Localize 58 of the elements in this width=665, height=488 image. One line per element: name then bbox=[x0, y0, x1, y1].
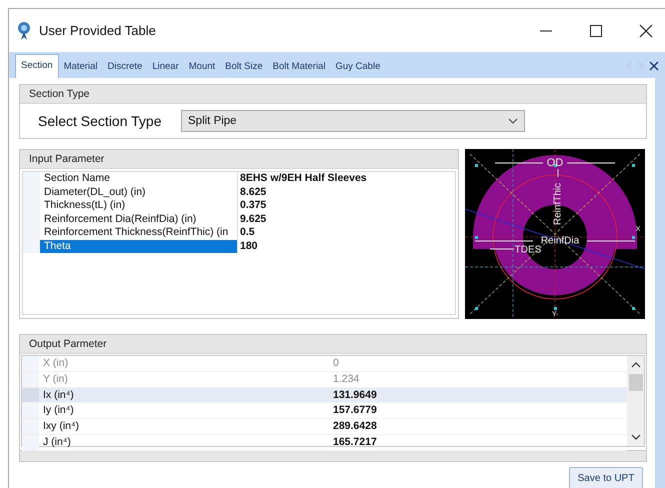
table-cell-text: 180 bbox=[239, 240, 258, 253]
panel-header: Output Parmeter bbox=[20, 335, 646, 354]
maximize-icon[interactable] bbox=[589, 24, 603, 38]
tab[interactable]: Linear bbox=[147, 56, 184, 78]
table-row[interactable]: Ix (in⁴) 131.9649 bbox=[22, 388, 627, 404]
table-row[interactable]: Iy (in⁴) 157.6779 bbox=[22, 403, 627, 420]
panel-header: Input Parameter bbox=[20, 150, 458, 169]
table-cell: 1.234 bbox=[333, 372, 360, 387]
tab[interactable]: Mount bbox=[184, 56, 220, 78]
scroll-thumb[interactable] bbox=[628, 374, 642, 391]
tab[interactable]: Section bbox=[15, 54, 59, 78]
tab[interactable]: Material bbox=[58, 56, 102, 78]
table-cell[interactable]: Reinforcement Dia(ReinfDia) (in) bbox=[40, 212, 238, 226]
table-cell[interactable]: Diameter(DL_out) (in) bbox=[40, 186, 238, 199]
window-title: User Provided Table bbox=[39, 23, 157, 38]
table-cell-text: Ix (in⁴) bbox=[42, 388, 75, 402]
panel-header: Section Type bbox=[20, 85, 646, 104]
table-cell-text: Ixy (in⁴) bbox=[42, 419, 80, 434]
app-icon bbox=[17, 20, 31, 40]
save-button[interactable]: Save to UPT bbox=[569, 467, 643, 488]
table-cell-text: X (in) bbox=[42, 356, 70, 371]
table-cell-text: 9.625 bbox=[239, 212, 266, 226]
scrollbar[interactable] bbox=[627, 356, 644, 446]
tab[interactable]: Bolt Size bbox=[220, 56, 268, 78]
table-cell: 157.6779 bbox=[333, 403, 377, 418]
diagram-label: ReinfThic bbox=[552, 182, 564, 226]
table-cell-text: J (in⁴) bbox=[42, 434, 72, 450]
field-label: Select Section Type bbox=[38, 113, 162, 129]
row-header-cell[interactable] bbox=[22, 403, 39, 418]
table-cell[interactable]: Thickness(tL) (in) bbox=[40, 199, 238, 212]
diagram-label: OD bbox=[546, 156, 564, 169]
tab[interactable]: Bolt Material bbox=[268, 56, 330, 78]
close-tab-icon[interactable] bbox=[649, 61, 659, 71]
row-header-cell[interactable] bbox=[23, 172, 40, 186]
row-header-cell[interactable] bbox=[22, 388, 39, 402]
table-row[interactable]: Ixy (in⁴) 289.6428 bbox=[22, 419, 627, 435]
table-cell-text: Y (in) bbox=[42, 372, 69, 387]
table-cell-text: 8.625 bbox=[239, 186, 266, 199]
table-cell: 289.6428 bbox=[333, 419, 377, 434]
table-cell-text: 8EHS w/9EH Half Sleeves bbox=[239, 172, 367, 186]
table-cell: 0 bbox=[333, 356, 339, 371]
table-cell-text: 0.375 bbox=[239, 199, 266, 212]
table-cell: 165.7217 bbox=[333, 434, 377, 450]
table-cell-text: Iy (in⁴) bbox=[42, 403, 75, 418]
row-header-cell[interactable] bbox=[23, 240, 40, 253]
row-header-cell[interactable] bbox=[22, 434, 39, 450]
tab[interactable]: Guy Cable bbox=[330, 56, 386, 78]
row-header-cell[interactable] bbox=[22, 419, 39, 434]
table-cell[interactable]: Theta bbox=[40, 240, 238, 253]
chevron-down-icon bbox=[508, 118, 518, 124]
table-cell-text: 0.5 bbox=[239, 226, 255, 240]
table-cell[interactable]: Section Name bbox=[40, 172, 238, 186]
close-icon[interactable] bbox=[639, 24, 653, 38]
section-type-dropdown[interactable]: Split Pipe bbox=[181, 110, 525, 132]
table-cell: 131.9649 bbox=[333, 388, 377, 402]
chevron-up-icon[interactable] bbox=[630, 362, 640, 368]
tab[interactable]: Discrete bbox=[102, 56, 148, 78]
chevron-down-icon[interactable] bbox=[630, 434, 640, 440]
